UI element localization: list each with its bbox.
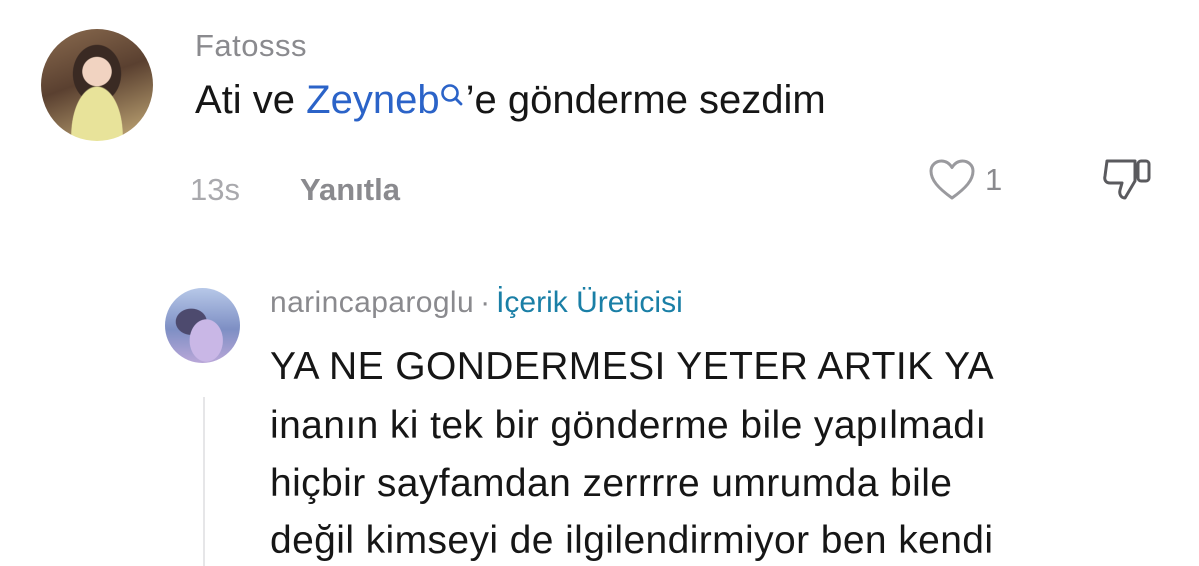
thread-line — [203, 397, 205, 566]
comment-text-after: ’e gönderme sezdim — [465, 78, 826, 122]
reply-avatar[interactable] — [165, 288, 240, 363]
comment-time: 13s — [190, 172, 240, 207]
avatar[interactable] — [41, 29, 153, 141]
reply-button[interactable]: Yanıtla — [300, 172, 400, 208]
reply-text-line: YA NE GONDERMESI YETER ARTIK YA — [270, 345, 994, 388]
comment-text-before: Ati ve — [195, 78, 307, 122]
reply-text-line: değil kimseyi de ilgilendirmiyor ben ken… — [270, 519, 994, 562]
dislike-icon[interactable] — [1101, 156, 1157, 202]
reply-text-line: hiçbir sayfamdan zerrrre umrumda bile — [270, 462, 953, 505]
heart-icon[interactable] — [928, 158, 976, 202]
reply-header: narincaparoglu · İçerik Üreticisi — [270, 286, 683, 320]
reply-username[interactable]: narincaparoglu — [270, 286, 474, 319]
mention-link[interactable]: Zeyneb — [306, 78, 465, 122]
comment-text: Ati ve Zeyneb ’e gönderme sezdim — [195, 78, 826, 123]
mention-label: Zeyneb — [306, 78, 440, 122]
reply-separator: · — [480, 286, 491, 319]
reply-text-line: inanın ki tek bir gönderme bile yapılmad… — [270, 404, 987, 447]
search-icon — [440, 74, 464, 119]
comment-username[interactable]: Fatosss — [195, 28, 307, 64]
like-count: 1 — [985, 162, 1003, 197]
creator-badge: İçerik Üreticisi — [496, 286, 683, 319]
